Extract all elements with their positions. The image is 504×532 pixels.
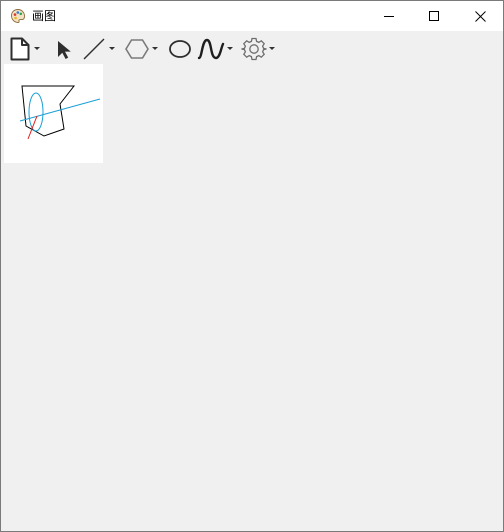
window-title: 画图 [32,9,57,23]
new-document-tool[interactable] [8,35,42,63]
curve-tool[interactable] [197,35,235,63]
select-tool[interactable] [54,35,74,63]
ellipse-icon [169,40,191,58]
line-icon [83,38,105,60]
minimize-button[interactable] [366,1,412,31]
chevron-down-icon[interactable] [32,36,42,62]
canvas-drawing [19,85,101,140]
close-icon [474,10,486,22]
chevron-down-icon[interactable] [225,36,235,62]
toolbar [1,31,503,65]
drawn-ellipse[interactable] [28,92,44,132]
drawn-polygon[interactable] [21,85,76,137]
ellipse-tool[interactable] [167,35,193,63]
polygon-tool[interactable] [124,35,160,63]
paint-window: 画图 [0,0,504,532]
hexagon-icon [125,39,149,59]
close-button[interactable] [457,1,503,31]
curve-icon [197,38,225,60]
maximize-icon [429,11,439,21]
chevron-down-icon[interactable] [107,36,117,62]
maximize-button[interactable] [411,1,457,31]
settings-tool[interactable] [241,35,277,63]
drawing-canvas[interactable] [4,64,103,163]
line-tool[interactable] [81,35,117,63]
chevron-down-icon[interactable] [267,36,277,62]
minimize-icon [384,16,394,17]
chevron-down-icon[interactable] [150,36,160,62]
title-bar[interactable]: 画图 [1,1,503,31]
new-document-icon [10,37,30,61]
drawn-line-blue[interactable] [19,98,101,122]
palette-icon [10,8,26,24]
gear-icon [241,37,267,61]
cursor-arrow-icon [58,41,71,59]
